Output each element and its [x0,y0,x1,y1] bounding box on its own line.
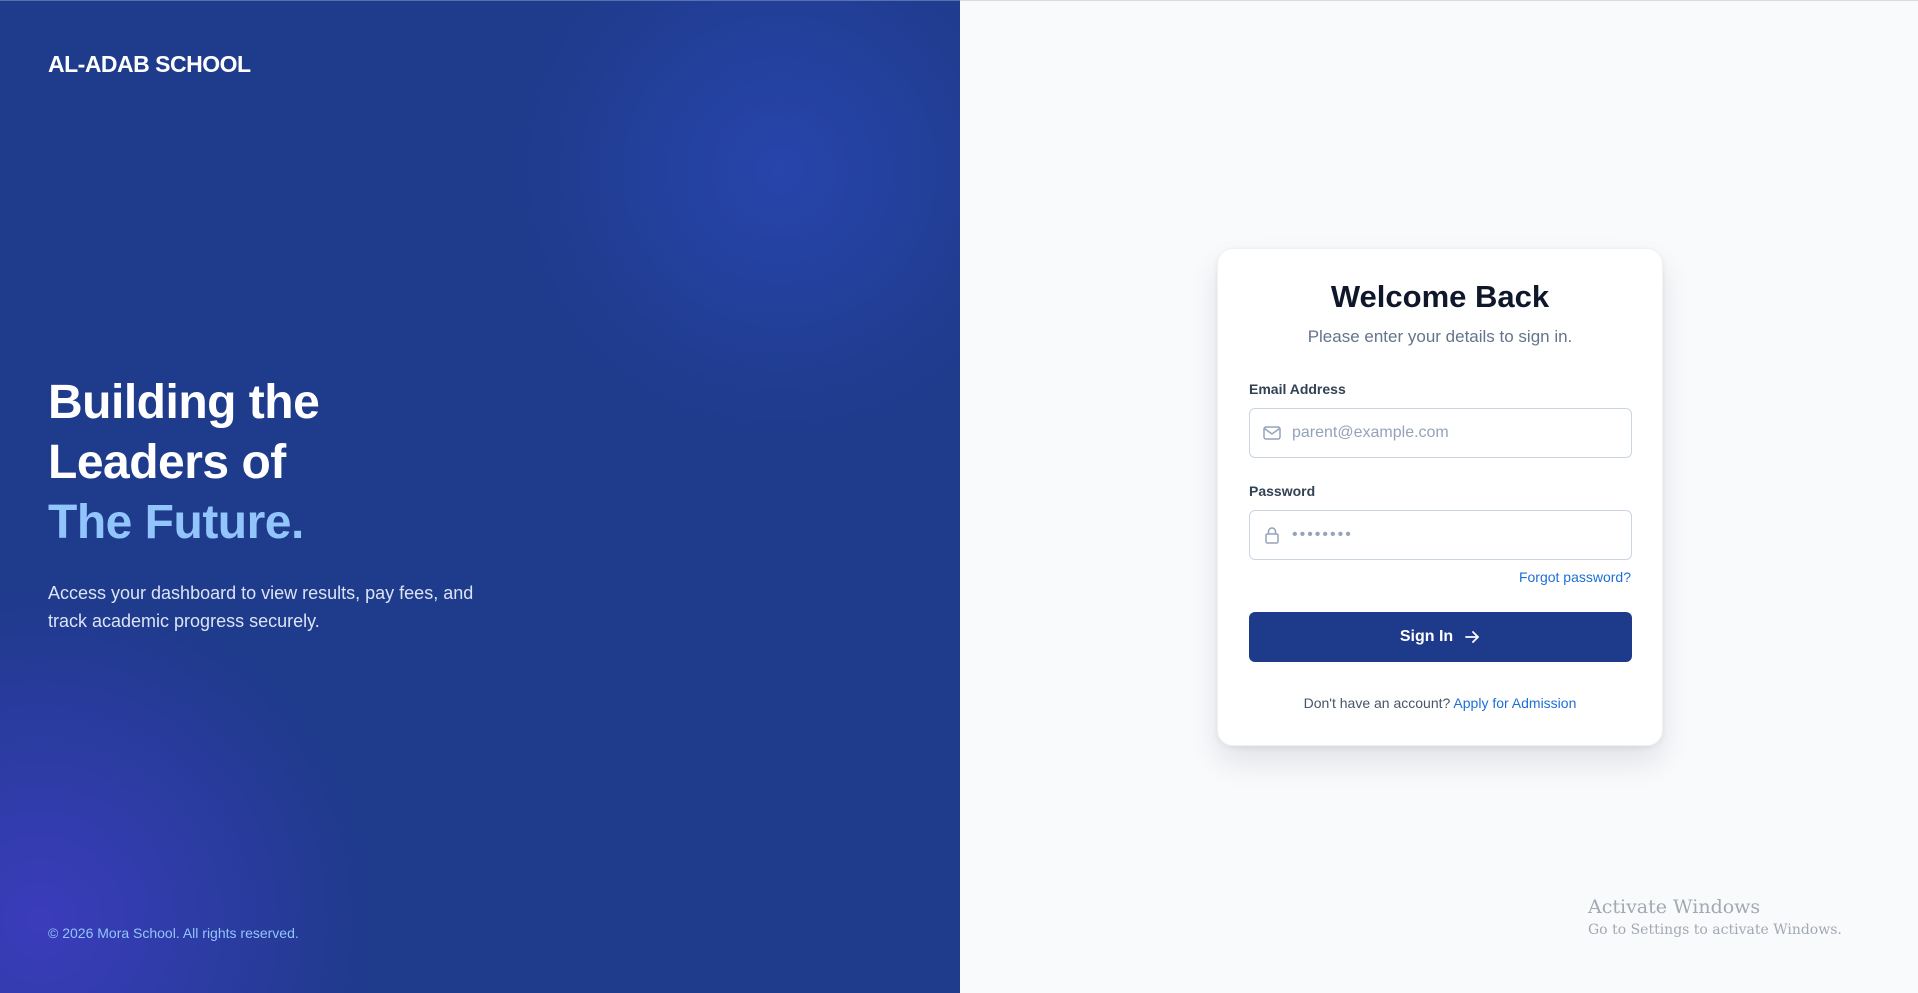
hero-line-2: Leaders of [48,436,286,489]
watermark-title: Activate Windows [1588,896,1761,918]
hero-heading: Building the Leaders of The Future. [48,373,320,553]
login-subtitle: Please enter your details to sign in. [1307,327,1573,346]
password-input[interactable] [1292,511,1631,559]
hero-accent-line: The Future. [48,496,304,549]
lock-icon [1262,525,1282,545]
sign-in-button[interactable]: Sign In [1249,612,1632,662]
hero-tagline: Access your dashboard to view results, p… [48,583,474,631]
signup-prompt: Don't have an account? Apply for Admissi… [1218,695,1662,711]
mail-icon [1262,423,1282,443]
no-account-text: Don't have an account? [1303,695,1451,711]
password-label: Password [1249,483,1316,499]
copyright-text: © 2026 Mora School. All rights reserved. [48,925,299,941]
hero-line-1: Building the [48,376,320,429]
sign-in-label: Sign In [1399,628,1454,645]
email-input[interactable] [1292,409,1631,457]
watermark-subtitle: Go to Settings to activate Windows. [1588,922,1842,938]
school-logo-text: AL-ADAB SCHOOL [48,51,251,77]
email-label: Email Address [1249,381,1346,397]
windows-activation-watermark: Activate Windows Go to Settings to activ… [1588,896,1842,938]
login-title: Welcome Back [1330,279,1550,314]
apply-admission-link[interactable]: Apply for Admission [1453,695,1576,711]
password-field[interactable] [1249,510,1632,560]
arrow-right-icon [1463,628,1481,646]
brand-panel: AL-ADAB SCHOOL Building the Leaders of T… [0,0,960,993]
email-field[interactable] [1249,408,1632,458]
forgot-password-link[interactable]: Forgot password? [1519,569,1631,585]
login-card: Welcome Back Please enter your details t… [1217,248,1663,746]
